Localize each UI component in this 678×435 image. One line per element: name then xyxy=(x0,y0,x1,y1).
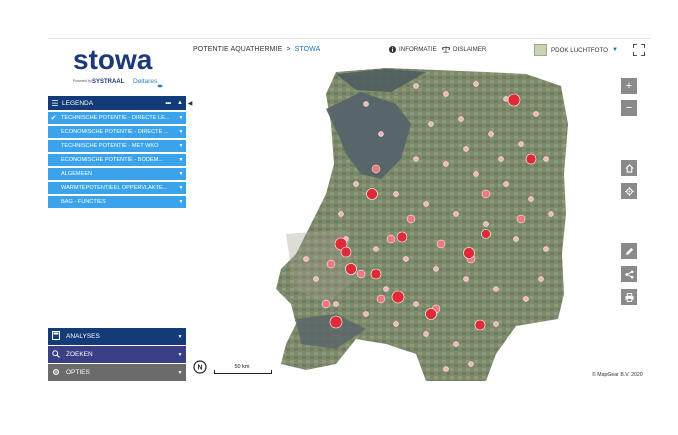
info-link[interactable]: INFORMATIE xyxy=(389,46,437,53)
print-icon xyxy=(624,292,634,302)
locate-icon xyxy=(624,186,634,196)
legend-title: LEGENDA xyxy=(62,99,94,107)
logo-text: stowa xyxy=(73,44,153,75)
scale-bar: 50 km xyxy=(214,364,272,374)
basemap-selector[interactable]: PDOK LUCHTFOTO ▼ xyxy=(534,44,618,56)
basemap-label: PDOK LUCHTFOTO xyxy=(551,46,608,54)
breadcrumb-item-stowa[interactable]: STOWA xyxy=(295,46,321,53)
analyses-panel[interactable]: ANALYSES ▼ xyxy=(48,328,186,345)
chevron-down-icon: ▼ xyxy=(611,47,618,53)
legend-panel: ☰ LEGENDA ••• ▲ ✔ TECHNISCHE POTENTIE - … xyxy=(48,96,186,208)
layer-label: WARMTEPOTENTIEEL OPPERVLAKTE... xyxy=(61,185,168,191)
breadcrumb: POTENTIE AQUATHERMIE > STOWA xyxy=(193,46,320,53)
search-label: ZOEKEN xyxy=(66,351,93,358)
stowa-logo: stowa Powered by SYSTRAAL Deltares xyxy=(73,44,163,88)
disclaimer-link[interactable]: DISLAIMER xyxy=(442,46,486,53)
chevron-down-icon[interactable]: ▼ xyxy=(176,129,186,135)
fullscreen-icon[interactable] xyxy=(633,44,645,56)
calculator-icon xyxy=(48,331,64,342)
checkmark-icon[interactable]: ✔ xyxy=(48,114,59,122)
chevron-up-icon[interactable]: ▲ xyxy=(174,100,186,106)
info-icon xyxy=(389,46,396,53)
home-button[interactable] xyxy=(621,160,637,176)
layer-label: ECONOMISCHE POTENTIE - DIRECTE ... xyxy=(61,129,169,135)
layer-label: ALGEMEEN xyxy=(61,171,93,177)
search-icon xyxy=(48,349,64,360)
chevron-down-icon[interactable]: ▼ xyxy=(174,352,186,358)
info-label: INFORMATIE xyxy=(399,46,437,53)
locate-button[interactable] xyxy=(621,183,637,199)
layer-item[interactable]: ECONOMISCHE POTENTIE - BODEM... ▼ xyxy=(48,154,186,166)
north-arrow-icon: N xyxy=(193,360,207,374)
draw-button[interactable] xyxy=(621,243,637,259)
layer-item[interactable]: WARMTEPOTENTIEEL OPPERVLAKTE... ▼ xyxy=(48,182,186,194)
layer-label: TECHNISCHE POTENTIE - DIRECTE LE... xyxy=(61,115,170,121)
logo-partner-systraal: SYSTRAAL xyxy=(92,79,125,85)
chevron-down-icon[interactable]: ▼ xyxy=(174,334,186,340)
app-frame: stowa Powered by SYSTRAAL Deltares POTEN… xyxy=(48,38,651,381)
breadcrumb-item-aquathermie[interactable]: POTENTIE AQUATHERMIE xyxy=(193,46,282,53)
layer-item[interactable]: TECHNISCHE POTENTIE - MET WKO ▼ xyxy=(48,140,186,152)
chevron-down-icon[interactable]: ▼ xyxy=(176,185,186,191)
layer-item[interactable]: ✔ TECHNISCHE POTENTIE - DIRECTE LE... ▼ xyxy=(48,112,186,124)
chevron-down-icon[interactable]: ▼ xyxy=(174,370,186,376)
share-icon xyxy=(624,269,634,279)
more-options-icon[interactable]: ••• xyxy=(162,100,174,107)
chevron-down-icon[interactable]: ▼ xyxy=(176,115,186,121)
top-divider xyxy=(48,38,651,39)
layer-label: TECHNISCHE POTENTIE - MET WKO xyxy=(61,143,159,149)
logo-powered-by: Powered by xyxy=(73,79,92,83)
chevron-down-icon[interactable]: ▼ xyxy=(176,199,186,205)
map-canvas[interactable] xyxy=(186,64,651,381)
share-button[interactable] xyxy=(621,266,637,282)
print-button[interactable] xyxy=(621,289,637,305)
chevron-down-icon[interactable]: ▼ xyxy=(176,171,186,177)
map-attribution: © MapGear B.V. 2020 xyxy=(592,372,643,378)
search-panel[interactable]: ZOEKEN ▼ xyxy=(48,346,186,363)
layer-label: BAG - FUNCTIES xyxy=(61,199,106,205)
gear-icon xyxy=(48,368,64,378)
logo-partner-deltares: Deltares xyxy=(133,78,158,85)
analyses-label: ANALYSES xyxy=(66,333,100,340)
chevron-down-icon[interactable]: ▼ xyxy=(176,143,186,149)
pencil-icon xyxy=(625,247,633,255)
zoom-in-button[interactable]: + xyxy=(621,78,637,94)
layer-item[interactable]: ALGEMEEN ▼ xyxy=(48,168,186,180)
layer-item[interactable]: BAG - FUNCTIES ▼ xyxy=(48,196,186,208)
chevron-down-icon[interactable]: ▼ xyxy=(176,157,186,163)
collapse-panel-button[interactable]: ◀ xyxy=(186,96,194,110)
plus-icon: + xyxy=(625,80,633,92)
legend-header[interactable]: ☰ LEGENDA ••• ▲ xyxy=(48,96,186,110)
basemap-thumbnail xyxy=(534,44,547,56)
disclaimer-label: DISLAIMER xyxy=(453,46,487,53)
scale-icon xyxy=(442,46,450,53)
layer-item[interactable]: ECONOMISCHE POTENTIE - DIRECTE ... ▼ xyxy=(48,126,186,138)
home-icon xyxy=(625,163,633,173)
menu-icon[interactable]: ☰ xyxy=(48,99,62,108)
layer-label: ECONOMISCHE POTENTIE - BODEM... xyxy=(61,157,163,163)
options-panel[interactable]: OPTIES ▼ xyxy=(48,364,186,381)
minus-icon: − xyxy=(625,102,633,114)
north-label: N xyxy=(197,365,202,372)
breadcrumb-separator: > xyxy=(286,46,291,53)
zoom-out-button[interactable]: − xyxy=(621,100,637,116)
options-label: OPTIES xyxy=(66,369,90,376)
